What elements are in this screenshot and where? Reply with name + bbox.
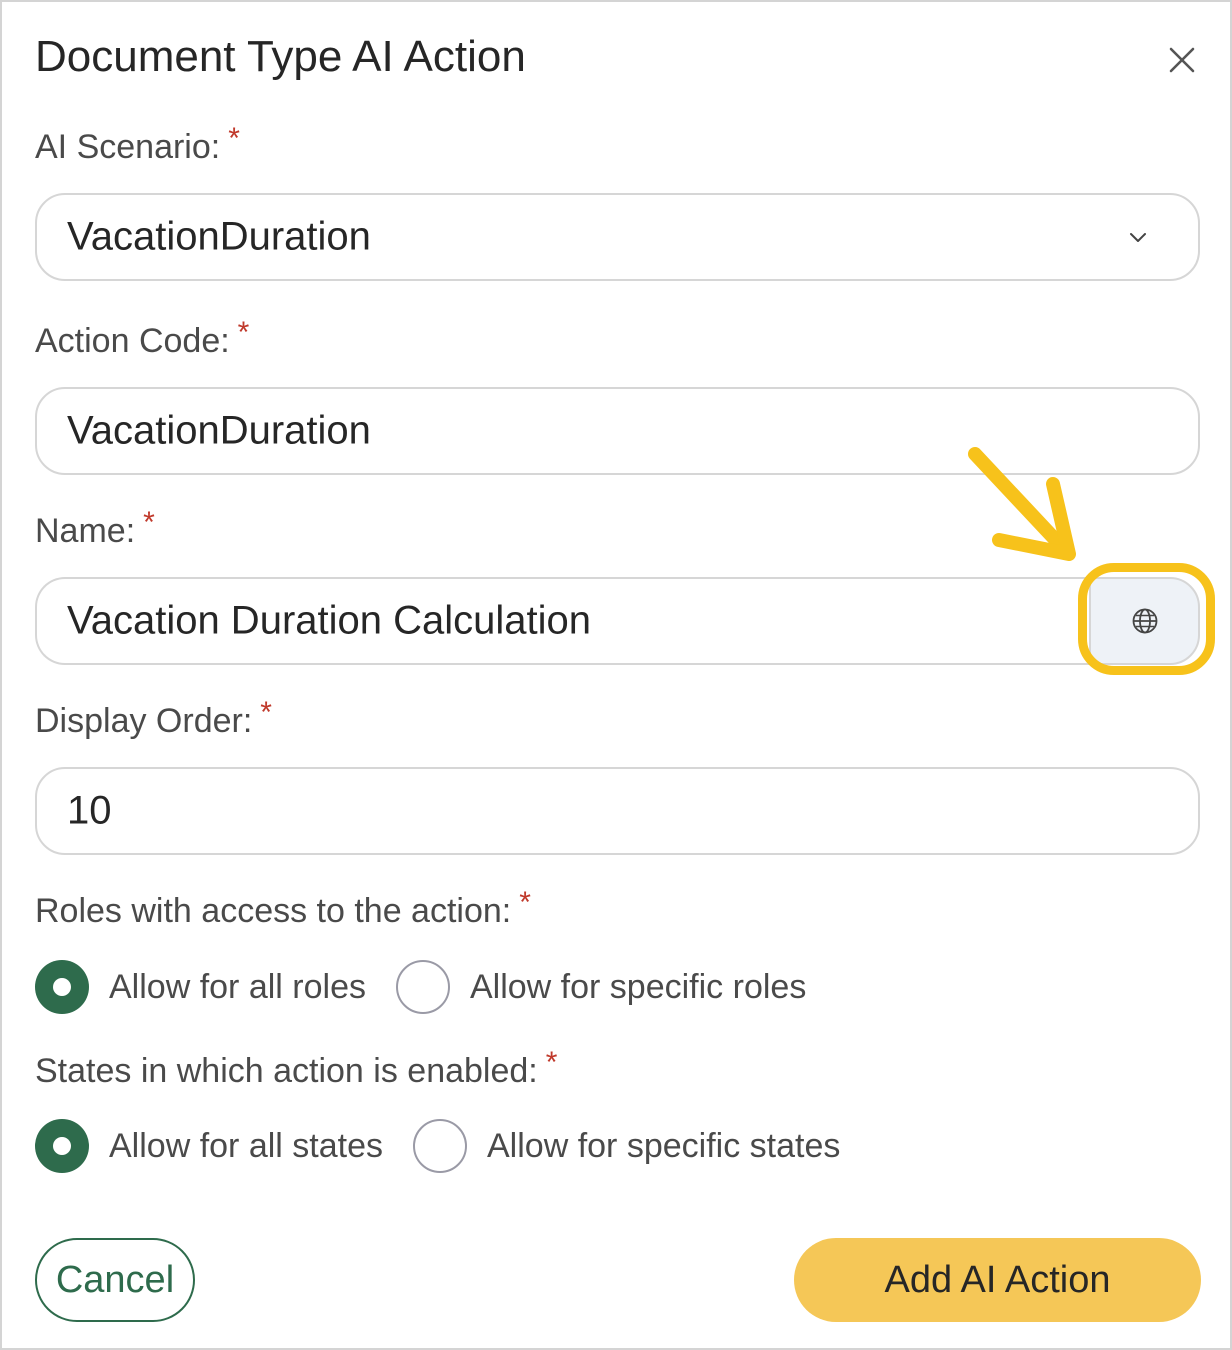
states-label: States in which action is enabled: * — [35, 1046, 557, 1091]
roles-label: Roles with access to the action: * — [35, 886, 531, 931]
required-mark: * — [228, 122, 240, 155]
translate-button[interactable] — [1089, 577, 1200, 665]
required-mark: * — [143, 506, 155, 539]
required-mark: * — [260, 696, 272, 729]
name-label-text: Name: — [35, 512, 136, 550]
display-order-label-text: Display Order: — [35, 702, 253, 740]
action-code-value: VacationDuration — [67, 408, 371, 453]
radio-label: Allow for all roles — [109, 967, 366, 1006]
radio-specific-roles[interactable]: Allow for specific roles — [395, 960, 807, 1014]
action-code-label: Action Code: * — [35, 316, 249, 361]
globe-icon — [1132, 608, 1157, 634]
radio-button-selected[interactable] — [35, 1119, 89, 1173]
roles-label-text: Roles with access to the action: — [35, 892, 512, 930]
radio-label: Allow for all states — [109, 1126, 383, 1165]
required-mark: * — [545, 1046, 558, 1079]
ai-scenario-label: AI Scenario: * — [35, 122, 240, 167]
states-label-text: States in which action is enabled: — [35, 1052, 538, 1090]
required-mark: * — [519, 886, 531, 919]
ai-scenario-select[interactable]: VacationDuration — [35, 193, 1200, 281]
ai-action-dialog: Document Type AI Action AI Scenario: * Va… — [0, 0, 1232, 1350]
ai-scenario-value: VacationDuration — [67, 214, 371, 259]
close-button[interactable] — [1162, 40, 1202, 80]
radio-label: Allow for specific states — [487, 1126, 841, 1165]
required-mark: * — [237, 316, 250, 349]
roles-radio-group: Allow for all roles Allow for specific r… — [35, 957, 836, 1017]
radio-label: Allow for specific roles — [469, 967, 807, 1006]
display-order-input[interactable]: 10 — [35, 767, 1200, 855]
action-code-label-text: Action Code: — [35, 322, 230, 360]
action-code-input[interactable]: VacationDuration — [35, 387, 1200, 475]
name-label: Name: * — [35, 506, 155, 551]
cancel-button[interactable]: Cancel — [35, 1238, 195, 1322]
name-input[interactable]: Vacation Duration Calculation — [35, 577, 1090, 665]
add-ai-action-button[interactable]: Add AI Action — [794, 1238, 1201, 1322]
radio-button[interactable] — [413, 1119, 467, 1173]
radio-all-roles[interactable]: Allow for all roles — [35, 960, 366, 1014]
radio-specific-states[interactable]: Allow for specific states — [413, 1119, 840, 1173]
chevron-down-icon — [1130, 233, 1146, 242]
display-order-label: Display Order: * — [35, 696, 272, 741]
radio-all-states[interactable]: Allow for all states — [35, 1119, 383, 1173]
radio-button[interactable] — [395, 960, 450, 1014]
radio-button-selected[interactable] — [35, 960, 89, 1014]
close-icon — [1169, 47, 1195, 73]
display-order-value: 10 — [67, 788, 112, 833]
name-value: Vacation Duration Calculation — [67, 598, 592, 643]
dialog-title: Document Type AI Action — [35, 32, 526, 81]
states-radio-group: Allow for all states Allow for specific … — [35, 1116, 870, 1176]
ai-scenario-label-text: AI Scenario: — [35, 128, 221, 166]
